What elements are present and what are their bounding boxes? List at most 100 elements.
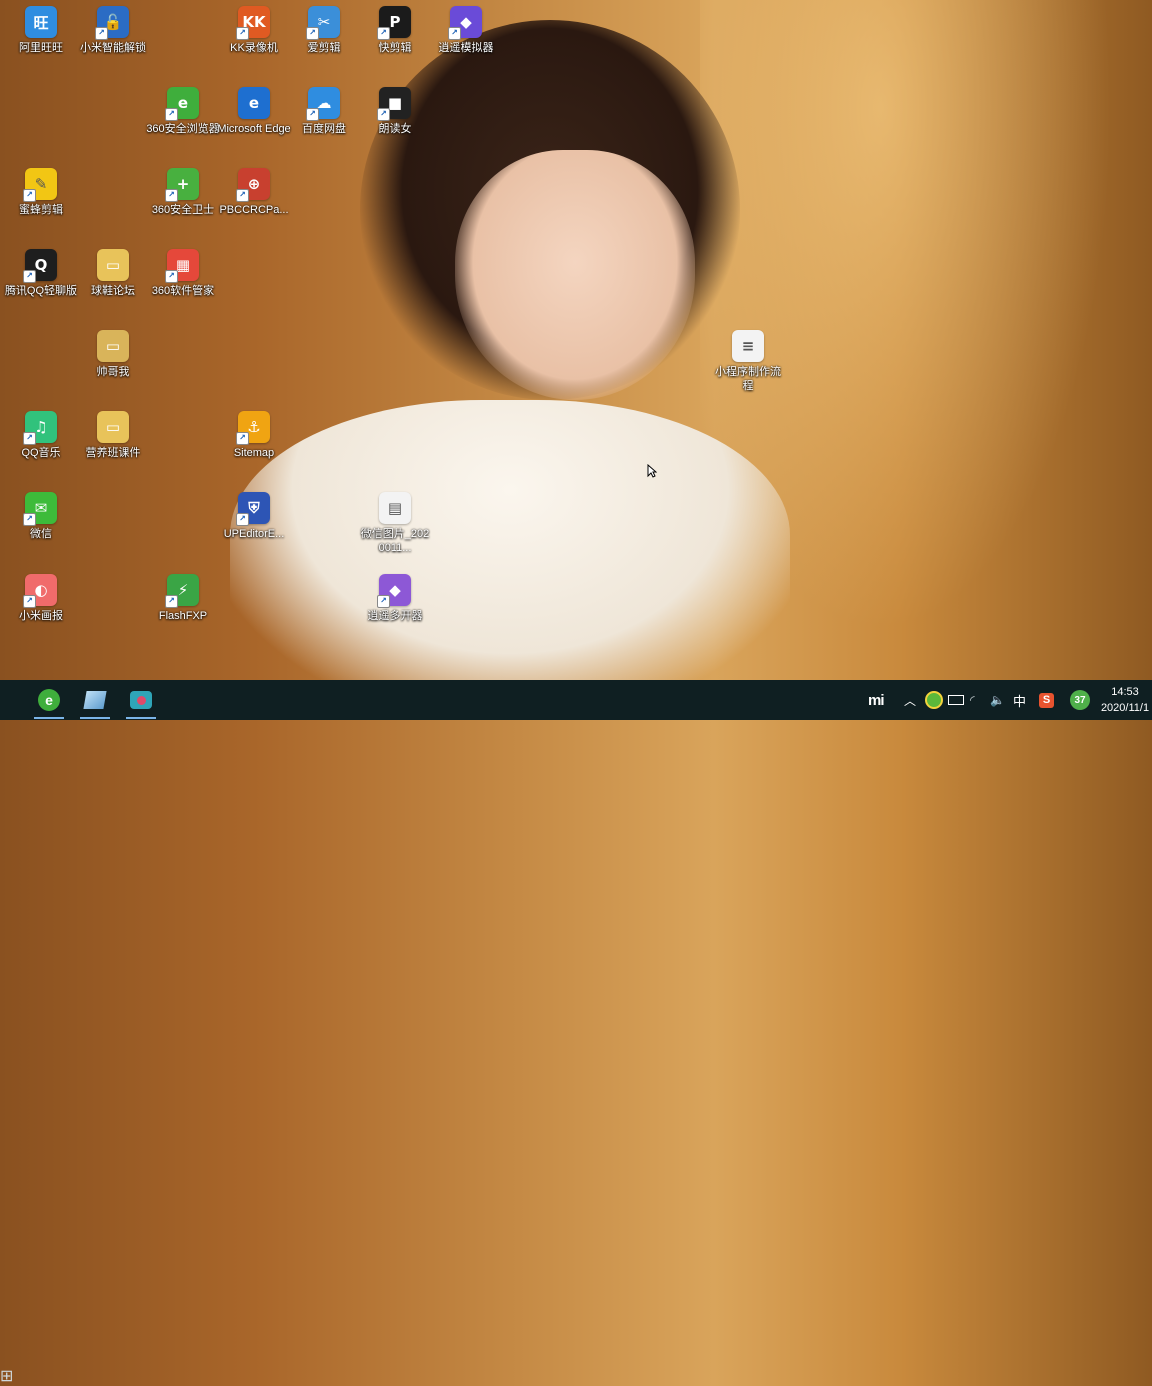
tray-360-icon[interactable] [925,680,943,720]
desktop-icon[interactable]: ⊕ ↗ PBCCRCPa... [217,168,291,217]
xiaoyao-emulator-icon: ◆ ↗ [448,6,482,40]
volume-icon[interactable]: 🔈 [990,680,1005,720]
ime-label: 中 [1013,693,1027,709]
document-icon: ≡ [732,330,764,362]
shortcut-arrow-icon: ↗ [236,513,249,526]
desktop-icon-label: 微信 [30,528,52,540]
active-indicator [80,717,110,719]
folder-icon: ▭ [97,249,129,281]
shortcut-arrow-icon: ↗ [23,270,36,283]
icon-glyph: e [248,94,260,112]
shortcut-arrow-icon: ↗ [377,595,390,608]
desktop-icon-label: 帅哥我 [96,366,130,378]
icon-glyph: ⊕ [247,175,261,193]
desktop-icon-label: 营养班课件 [85,447,141,459]
icon-glyph: ✎ [34,175,48,193]
desktop-icon[interactable]: ■ ↗ 朗读女 [358,87,432,136]
clock[interactable]: 14:53 2020/11/1 [1098,684,1152,716]
360-software-icon: ▦ ↗ [165,249,199,283]
desktop-icon[interactable]: ♫ ↗ QQ音乐 [4,411,78,460]
desktop-icon[interactable]: KK ↗ KK录像机 [217,6,291,55]
desktop-icon-label: 小米智能解锁 [80,42,146,54]
chevron-up-icon: ︿ [904,693,917,708]
icon-glyph: ⚡ [177,581,189,599]
desktop-icon-label: 逍遥多开器 [367,610,423,622]
icon-glyph: ✂ [317,13,331,31]
wifi-icon: ◜ [970,693,975,707]
desktop-icon[interactable]: ◆ ↗ 逍遥模拟器 [429,6,503,55]
screen-recorder-icon [130,691,152,709]
bee-editor-icon: ✎ ↗ [23,168,57,202]
desktop-icon-label: Sitemap [233,447,275,459]
icon-glyph: ⛨ [248,499,260,517]
show-hidden-icons-button[interactable]: ︿ [904,680,916,720]
desktop-icon[interactable]: ≡ 小程序制作流程 [711,330,785,393]
icon-glyph: + [176,175,190,193]
notification-badge[interactable]: 37 [1070,680,1090,720]
mi-gallery-icon: ◐ ↗ [23,574,57,608]
desktop-icon[interactable]: ▭ 球鞋论坛 [76,249,150,298]
pbccrc-icon: ⊕ ↗ [236,168,270,202]
xiaoyao-multi-icon: ◆ ↗ [377,574,411,608]
aijianji-icon: ✂ ↗ [306,6,340,40]
desktop-icon[interactable]: ▤ 微信图片_2020011... [358,492,432,555]
icon-glyph: ▤ [387,499,403,517]
desktop-icon[interactable]: e ↗ 360安全浏览器 [146,87,220,136]
shortcut-arrow-icon: ↗ [165,595,178,608]
qq-music-icon: ♫ ↗ [23,411,57,445]
shortcut-arrow-icon: ↗ [23,513,36,526]
desktop-icon[interactable]: e Microsoft Edge [217,87,291,136]
shortcut-arrow-icon: ↗ [448,27,461,40]
desktop-icon-label: 爱剪辑 [307,42,341,54]
shortcut-arrow-icon: ↗ [377,27,390,40]
start-edge-icon[interactable]: ⊞ [0,1366,13,1386]
icon-glyph: ♫ [34,418,48,436]
desktop-icon[interactable]: 🔓 ↗ 小米智能解锁 [76,6,150,55]
shortcut-arrow-icon: ↗ [306,27,319,40]
360-tray-icon [925,691,943,709]
tray-mi-logo[interactable]: mi [868,680,884,720]
taskbar-app-screen-recorder[interactable] [124,684,158,719]
taskbar-app-360-browser[interactable]: e [32,684,66,719]
desktop-icon[interactable]: ☁ ↗ 百度网盘 [287,87,361,136]
desktop-icon[interactable]: ▭ 帅哥我 [76,330,150,379]
desktop-icon-label: 蜜蜂剪辑 [19,204,63,216]
desktop-icon[interactable]: ◐ ↗ 小米画报 [4,574,78,623]
desktop-icon[interactable]: ▦ ↗ 360软件管家 [146,249,220,298]
icon-glyph: ✉ [34,499,48,517]
qq-icon: Q ↗ [23,249,57,283]
desktop-icon[interactable]: ⚡ ↗ FlashFXP [146,574,220,623]
shortcut-arrow-icon: ↗ [165,270,178,283]
taskbar-app-notepad[interactable] [78,684,112,719]
desktop-icon[interactable]: ✂ ↗ 爱剪辑 [287,6,361,55]
desktop-icon-label: 球鞋论坛 [91,285,135,297]
desktop-icon-label: QQ音乐 [21,447,61,459]
image-file-icon: ▤ [379,492,411,524]
ime-indicator[interactable]: 中 [1013,680,1026,720]
icon-glyph: Q [34,256,48,274]
desktop-icon[interactable]: + ↗ 360安全卫士 [146,168,220,217]
360-browser-icon: e ↗ [165,87,199,121]
desktop-icon[interactable]: ◆ ↗ 逍遥多开器 [358,574,432,623]
desktop-icon[interactable]: ⚓ ↗ Sitemap [217,411,291,460]
battery-shape [948,695,964,705]
desktop-icon[interactable]: ⛨ ↗ UPEditorE... [217,492,291,541]
desktop-icon[interactable]: ▭ 营养班课件 [76,411,150,460]
wallpaper-portrait-body [230,400,790,700]
sogou-input-icon[interactable]: S [1039,680,1054,720]
active-indicator [34,717,64,719]
360-browser-icon: e [38,689,60,711]
desktop-icon[interactable]: ✉ ↗ 微信 [4,492,78,541]
battery-icon[interactable] [948,680,964,720]
desktop-icon[interactable]: P ↗ 快剪辑 [358,6,432,55]
desktop-icon[interactable]: Q ↗ 腾讯QQ轻聊版 [4,249,78,298]
baidu-netdisk-icon: ☁ ↗ [306,87,340,121]
desktop-icon[interactable]: 旺阿里旺旺 [4,6,78,55]
active-indicator [126,717,156,719]
shortcut-arrow-icon: ↗ [23,595,36,608]
desktop-icon-label: 阿里旺旺 [19,42,63,54]
desktop-icon[interactable]: ✎ ↗ 蜜蜂剪辑 [4,168,78,217]
network-icon[interactable]: ◜ [970,680,975,720]
kuaijianji-icon: P ↗ [377,6,411,40]
flashfxp-icon: ⚡ ↗ [165,574,199,608]
